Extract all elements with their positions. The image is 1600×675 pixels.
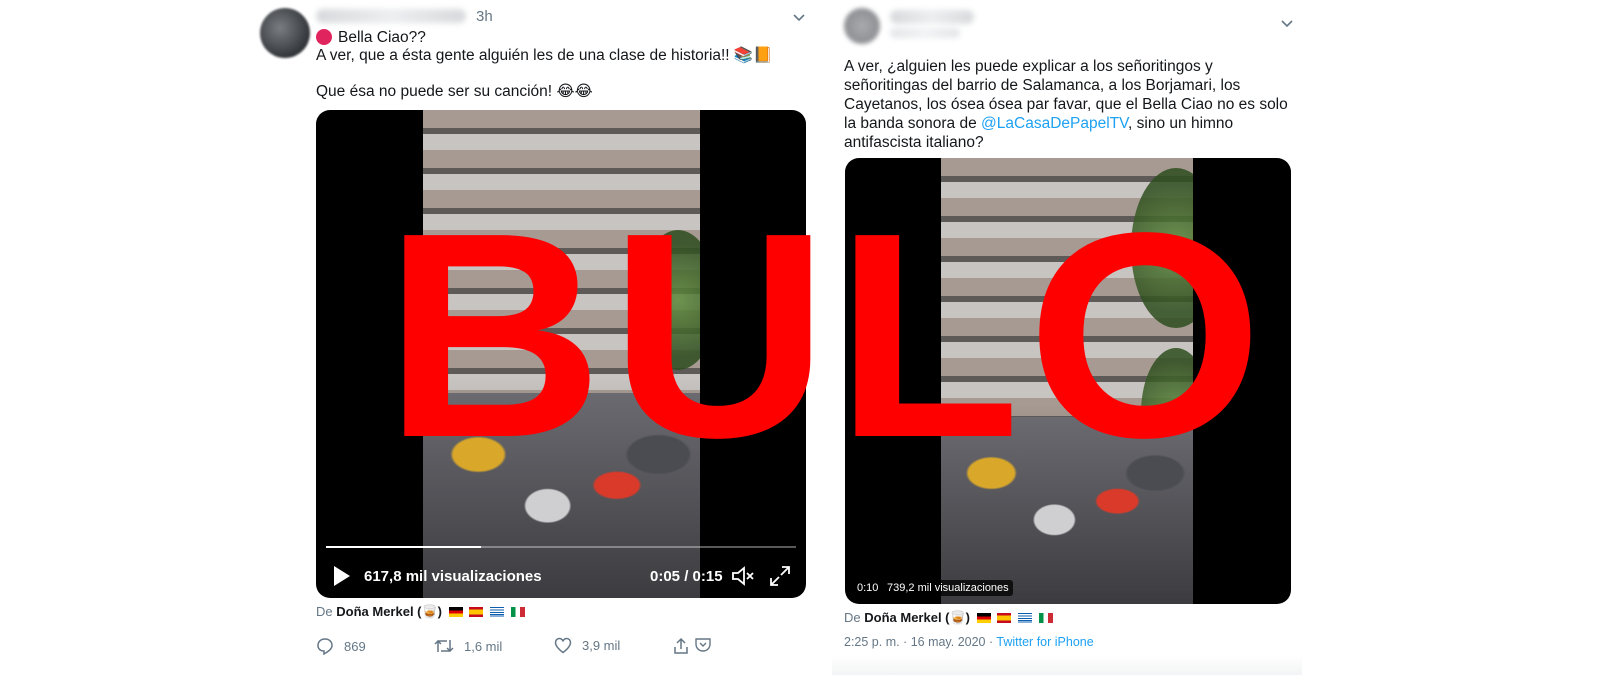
from-prefix: De: [844, 610, 861, 625]
reply-count: 869: [344, 638, 366, 654]
tweet-text-line-2: A ver, que a ésta gente alguién les de u…: [316, 47, 773, 64]
video-views-badge: 739,2 mil visualizaciones: [883, 580, 1013, 596]
retweet-icon: [434, 639, 454, 653]
video-progress-fill: [326, 546, 482, 548]
flag-germany-icon: [976, 613, 991, 623]
flag-greece-icon: [1017, 613, 1032, 623]
avatar[interactable]: [260, 8, 310, 58]
tweet-timestamp[interactable]: 2:25 p. m. · 16 may. 2020 ·: [844, 635, 996, 649]
pocket-icon: [695, 638, 711, 652]
reply-button[interactable]: 869: [316, 637, 366, 655]
blurred-username[interactable]: [316, 9, 466, 23]
like-icon: [554, 637, 572, 654]
video-tree: [638, 230, 700, 370]
video-frame: [423, 110, 700, 598]
chevron-down-icon[interactable]: [1280, 16, 1294, 32]
video-time: 0:05 / 0:15: [650, 568, 723, 585]
blurred-handle[interactable]: [890, 28, 960, 38]
retweet-count: 1,6 mil: [464, 638, 503, 654]
video-source-line: De Doña Merkel (🥃): [844, 610, 1053, 626]
flag-greece-icon: [489, 607, 504, 617]
tweet-source-link[interactable]: Twitter for iPhone: [996, 635, 1093, 649]
video-crowd: [941, 416, 1193, 604]
mention-link[interactable]: @LaCasaDePapelTV: [981, 115, 1128, 132]
from-account[interactable]: Doña Merkel (🥃): [336, 604, 442, 619]
video-player[interactable]: 0:10 739,2 mil visualizaciones: [845, 158, 1291, 604]
tweet-text: A ver, ¿alguien les puede explicar a los…: [844, 57, 1294, 152]
from-prefix: De: [316, 604, 333, 619]
flag-spain-icon: [997, 613, 1012, 623]
avatar[interactable]: [844, 8, 880, 44]
fullscreen-icon[interactable]: [768, 564, 792, 593]
red-circle-icon: [316, 29, 332, 45]
from-account[interactable]: Doña Merkel (🥃): [864, 610, 970, 625]
play-icon[interactable]: [334, 566, 350, 586]
video-player[interactable]: 617,8 mil visualizaciones 0:05 / 0:15: [316, 110, 806, 598]
chevron-down-icon[interactable]: [792, 10, 806, 26]
blurred-username[interactable]: [890, 10, 974, 24]
video-source-line: De Doña Merkel (🥃): [316, 604, 525, 620]
tweet-time[interactable]: 3h: [476, 8, 493, 25]
video-views: 617,8 mil visualizaciones: [364, 568, 542, 585]
reply-icon: [317, 638, 333, 655]
share-icon: [674, 637, 688, 654]
flag-germany-icon: [448, 607, 463, 617]
video-frame: [941, 158, 1193, 604]
retweet-button[interactable]: 1,6 mil: [434, 637, 502, 655]
video-tree: [1131, 168, 1193, 328]
tweet-text: Bella Ciao??: [338, 29, 426, 46]
like-count: 3,9 mil: [582, 638, 621, 653]
video-time-badge: 0:10: [853, 580, 883, 596]
video-progress-bar[interactable]: [326, 546, 796, 548]
divider: [832, 655, 1302, 675]
save-button[interactable]: [694, 637, 712, 653]
volume-icon[interactable]: [730, 564, 756, 593]
like-button[interactable]: 3,9 mil: [554, 637, 620, 654]
tweet-text-line-1: Bella Ciao??: [316, 28, 426, 47]
flag-italy-icon: [510, 607, 525, 617]
flag-italy-icon: [1038, 613, 1053, 623]
tweet-text-line-3: Que ésa no puede ser su canción! 😂😂: [316, 83, 593, 100]
flag-spain-icon: [469, 607, 484, 617]
share-button[interactable]: [672, 637, 690, 655]
tweet-meta: 2:25 p. m. · 16 may. 2020 · Twitter for …: [844, 635, 1094, 649]
